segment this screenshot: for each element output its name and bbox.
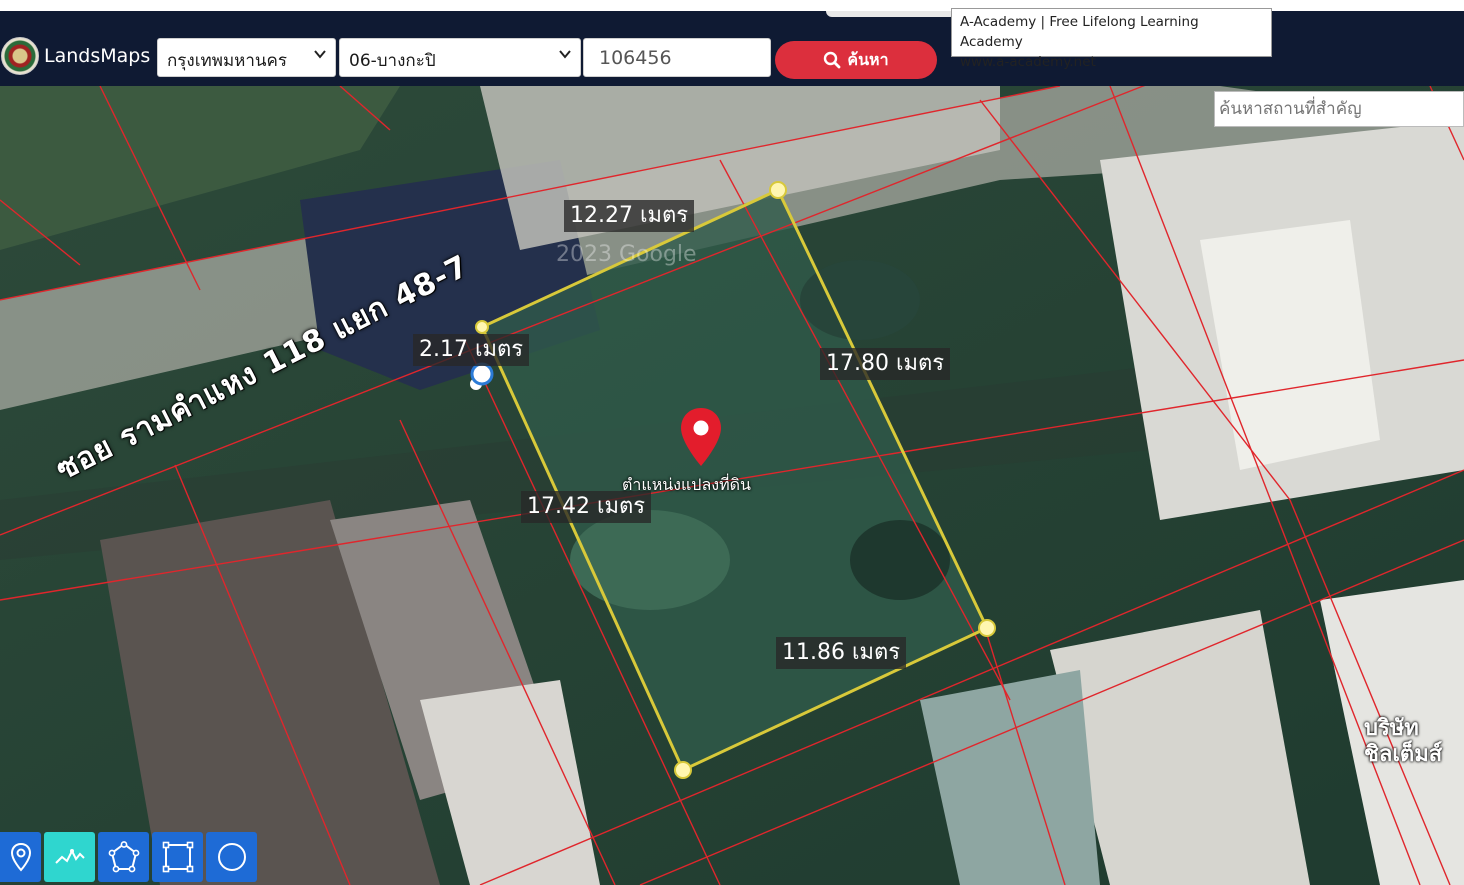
map-place-label: บริษัท ชิลเต็มส์ xyxy=(1364,716,1442,768)
parcel-number-input[interactable] xyxy=(583,38,771,77)
marker-caption: ตำแหน่งแปลงที่ดิน xyxy=(622,475,751,494)
province-select[interactable]: กรุงเทพมหานคร xyxy=(157,38,336,77)
circle-tool-button[interactable] xyxy=(206,832,257,882)
measure-line-tool-button[interactable] xyxy=(44,832,95,882)
place-search-input[interactable] xyxy=(1214,91,1464,127)
rectangle-icon xyxy=(162,841,193,873)
polygon-icon xyxy=(108,841,139,873)
measurement-label-small: 2.17 เมตร xyxy=(413,334,530,366)
circle-icon xyxy=(217,843,246,871)
district-select[interactable]: 06-บางกะปิ xyxy=(339,38,581,77)
measurement-label-top: 12.27 เมตร xyxy=(564,200,695,232)
department-logo-icon xyxy=(1,37,39,75)
chevron-down-icon xyxy=(314,50,326,59)
tooltip-line2: www.a-academy.net xyxy=(960,54,1096,70)
polygon-tool-button[interactable] xyxy=(98,832,149,882)
measure-line-icon xyxy=(54,848,85,864)
search-icon xyxy=(824,51,841,69)
search-button[interactable]: ค้นหา xyxy=(775,41,937,79)
search-button-label: ค้นหา xyxy=(847,49,889,69)
imagery-watermark: 2023 Google xyxy=(556,242,697,267)
top-tab-handle xyxy=(826,11,956,17)
district-select-value: 06-บางกะปิ xyxy=(349,51,436,71)
pin-tool-button[interactable] xyxy=(0,832,41,882)
pin-icon xyxy=(10,842,31,872)
map-place-label-line1: บริษัท xyxy=(1364,716,1419,741)
browser-tooltip: A-Academy | Free Lifelong Learning Acade… xyxy=(951,8,1272,70)
chevron-down-icon xyxy=(559,50,571,59)
measurement-label-right: 17.80 เมตร xyxy=(820,348,951,380)
brand-title: LandsMaps xyxy=(44,45,151,67)
rectangle-tool-button[interactable] xyxy=(152,832,203,882)
tooltip-line1: A-Academy | Free Lifelong Learning Acade… xyxy=(960,14,1199,50)
satellite-map[interactable]: 2023 Google ซอย รามคำแหง 118 แยก 48-7 12… xyxy=(0,86,1464,885)
draw-toolbar xyxy=(0,832,257,882)
location-marker-icon[interactable] xyxy=(678,406,724,468)
province-select-value: กรุงเทพมหานคร xyxy=(167,51,288,71)
measurement-label-bottom: 11.86 เมตร xyxy=(776,637,907,669)
map-place-label-line2: ชิลเต็มส์ xyxy=(1364,742,1443,767)
